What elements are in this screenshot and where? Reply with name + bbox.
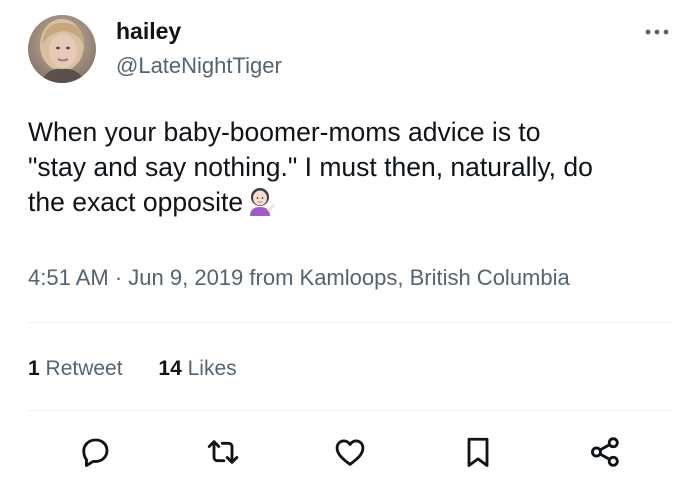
display-name[interactable]: hailey	[116, 16, 181, 46]
tweet-location: from Kamloops, British Columbia	[249, 265, 570, 290]
tweet-header: hailey @LateNightTiger	[0, 0, 700, 100]
reply-icon[interactable]	[77, 434, 113, 470]
tweet-text-line: "stay and say nothing." I must then, nat…	[28, 152, 593, 182]
bookmark-icon[interactable]	[460, 434, 496, 470]
share-icon[interactable]	[587, 434, 623, 470]
avatar[interactable]	[28, 15, 96, 83]
likes-stat[interactable]: 14 Likes	[158, 355, 236, 383]
divider	[28, 322, 672, 323]
tweet-text-segment: the exact opposite	[28, 187, 244, 217]
action-bar	[0, 434, 700, 474]
user-handle[interactable]: @LateNightTiger	[116, 52, 282, 80]
divider	[28, 410, 672, 411]
retweets-label: Retweet	[45, 357, 123, 380]
tweet-text-line: When your baby-boomer-moms advice is to	[28, 117, 541, 147]
tweet-text: When your baby-boomer-moms advice is to …	[28, 115, 678, 220]
likes-count: 14	[158, 357, 182, 380]
retweets-stat[interactable]: 1 Retweet	[28, 355, 123, 383]
likes-label: Likes	[187, 357, 237, 380]
retweets-count: 1	[28, 357, 40, 380]
tweet-stats: 1 Retweet 14 Likes	[28, 355, 237, 383]
tweet-text-line: the exact opposite	[28, 185, 678, 220]
tweet-date[interactable]: Jun 9, 2019	[128, 265, 243, 290]
meta-separator: ·	[114, 265, 123, 290]
retweet-icon[interactable]	[205, 434, 241, 470]
tweet-meta: 4:51 AM · Jun 9, 2019 from Kamloops, Bri…	[28, 263, 570, 293]
woman-tipping-hand-emoji-icon	[247, 186, 277, 216]
more-horizontal-icon[interactable]	[643, 18, 671, 46]
tweet-time[interactable]: 4:51 AM	[28, 265, 109, 290]
like-heart-icon[interactable]	[332, 434, 368, 470]
